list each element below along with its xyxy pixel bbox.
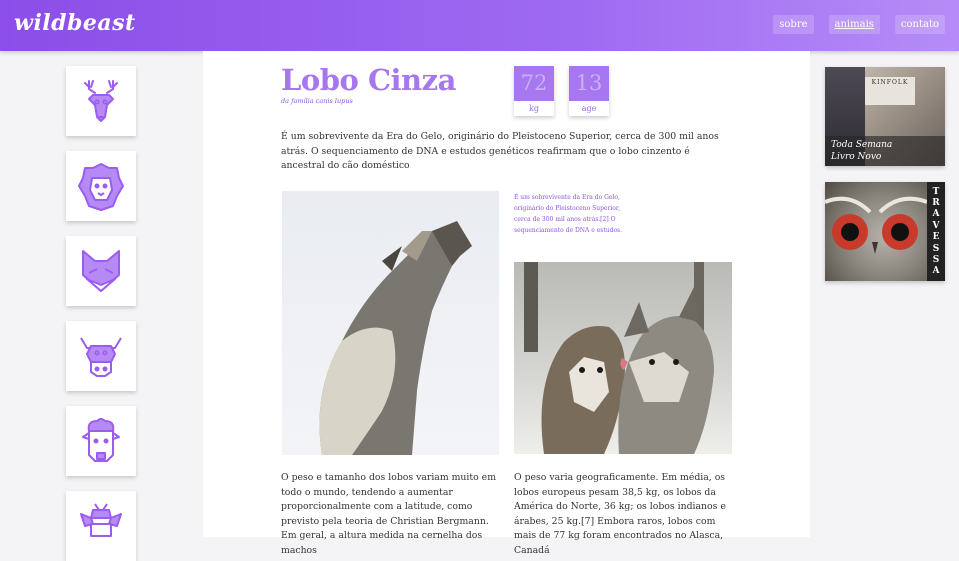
bee-icon — [80, 503, 122, 537]
intro-paragraph: É um sobrevivente da Era do Gelo, origin… — [281, 131, 719, 171]
stat-age: 13 age — [569, 66, 609, 116]
ad-letter: T — [932, 186, 940, 197]
top-navbar: wildbeast sobre animais contato — [0, 0, 959, 51]
main-nav: sobre animais contato — [773, 15, 945, 34]
animal-card-sheep[interactable] — [66, 406, 136, 476]
site-logo[interactable]: wildbeast — [14, 10, 136, 36]
ad-kinfolk-caption: Toda Semana Livro Novo — [825, 136, 945, 166]
body-column-1: O peso e tamanho dos lobos variam muito … — [281, 472, 497, 556]
ad-caption-line2: Livro Novo — [831, 152, 882, 162]
animal-card-bee[interactable] — [66, 491, 136, 561]
two-wolves-photo — [514, 262, 732, 454]
page-subtitle: da família canis lupus — [281, 97, 353, 105]
stat-weight: 72 kg — [514, 66, 554, 116]
ad-travessa[interactable]: T R A V E S S A — [825, 182, 945, 281]
fox-icon — [82, 250, 120, 292]
lion-icon — [78, 163, 124, 211]
body-column-2: O peso varia geograficamente. Em média, … — [514, 472, 726, 556]
ad-kinfolk-book: KINFOLK — [865, 77, 915, 105]
ad-letter: E — [932, 232, 940, 243]
stat-age-value: 13 — [569, 66, 609, 101]
animal-card-deer[interactable] — [66, 66, 136, 136]
animal-card-fox[interactable] — [66, 236, 136, 306]
ad-travessa-vertical-text: T R A V E S S A — [927, 182, 945, 281]
nav-link-sobre[interactable]: sobre — [773, 15, 814, 34]
animal-card-bull[interactable] — [66, 321, 136, 391]
stat-age-unit: age — [581, 104, 597, 113]
deer-icon — [84, 80, 118, 122]
ad-letter: S — [932, 243, 940, 254]
bull-icon — [80, 337, 122, 377]
page-title: Lobo Cinza — [281, 63, 456, 97]
ad-kinfolk[interactable]: KINFOLK Toda Semana Livro Novo — [825, 67, 945, 166]
wolf-howling-photo — [282, 191, 499, 455]
ad-letter: A — [932, 209, 940, 220]
ad-letter: S — [932, 254, 940, 265]
ad-letter: R — [932, 198, 940, 209]
sheep-icon — [82, 418, 120, 462]
ad-caption-line1: Toda Semana — [831, 140, 893, 150]
side-note: É um sobrevivente da Era do Gelo, origin… — [514, 194, 623, 234]
ad-letter: V — [932, 220, 940, 231]
nav-link-animais[interactable]: animais — [828, 15, 880, 34]
stat-weight-unit: kg — [529, 104, 539, 113]
ad-letter: A — [932, 266, 940, 277]
article-panel: Lobo Cinza da família canis lupus 72 kg … — [203, 51, 810, 556]
owl-image — [825, 196, 928, 254]
stat-weight-value: 72 — [514, 66, 554, 101]
animal-card-lion[interactable] — [66, 151, 136, 221]
nav-link-contato[interactable]: contato — [894, 15, 945, 34]
